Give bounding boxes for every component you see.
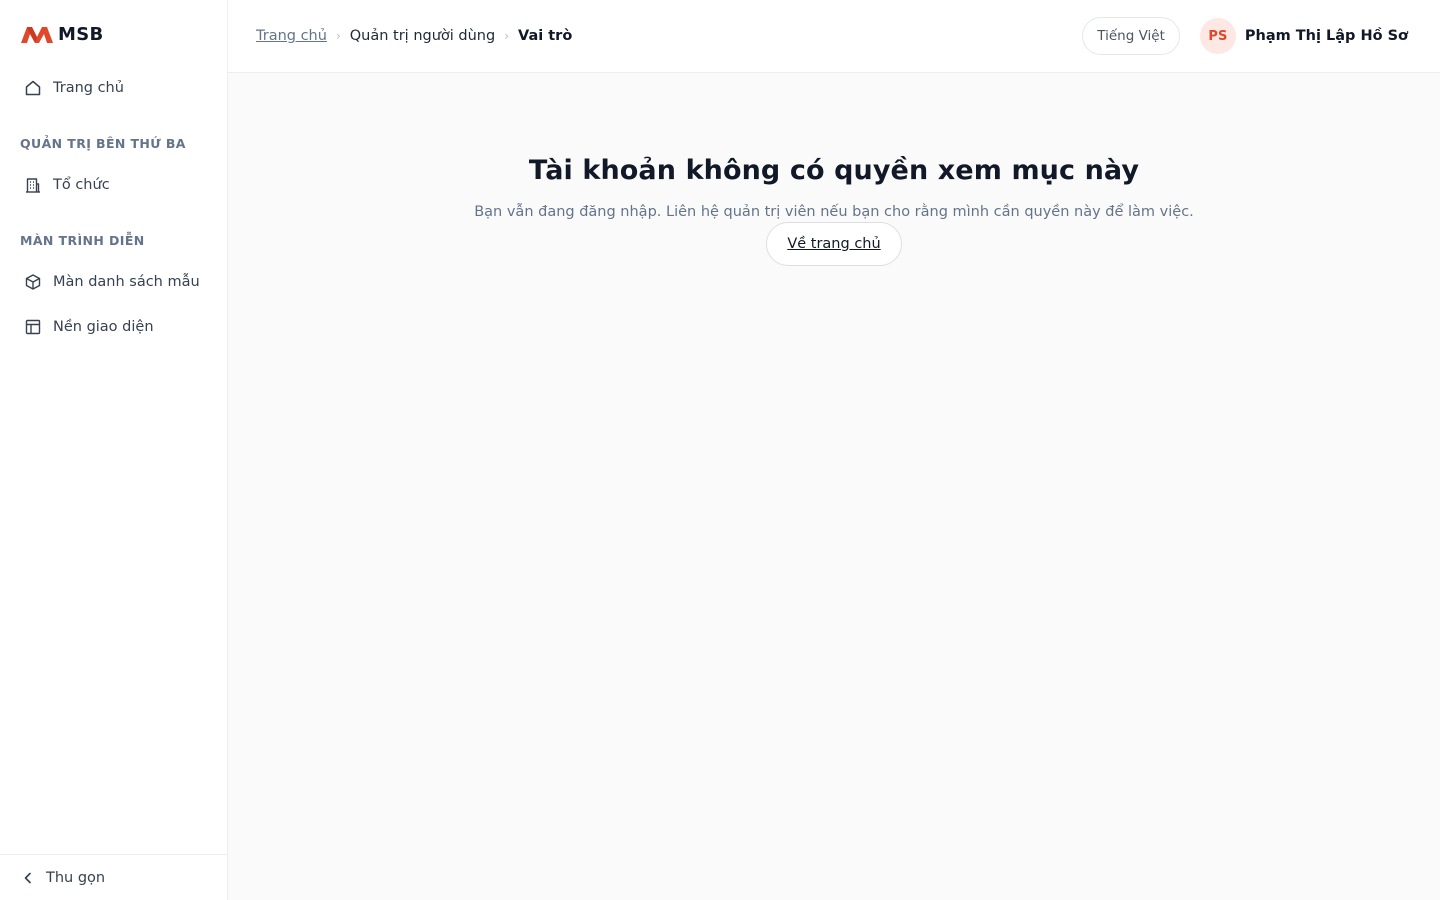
avatar: PS <box>1199 18 1236 54</box>
access-denied-panel: Tài khoản không có quyền xem mục này Bạn… <box>228 73 1440 900</box>
breadcrumb-user-admin: Quản trị người dùng <box>349 28 496 44</box>
sidebar-item-sample-list[interactable]: Màn danh sách mẫu <box>6 262 221 302</box>
sidebar-item-ui-background[interactable]: Nền giao diện <box>6 307 221 347</box>
msb-logo-icon <box>20 24 54 44</box>
sidebar-item-organization[interactable]: Tổ chức <box>6 165 221 205</box>
box-icon <box>24 273 42 291</box>
user-name: Phạm Thị Lập Hồ Sơ <box>1244 28 1408 44</box>
layout-icon <box>24 318 42 336</box>
app-root: MSB Trang chủ QUẢN TRỊ BÊN THỨ BA Tổ chứ… <box>0 0 1440 900</box>
language-button[interactable]: Tiếng Việt <box>1082 17 1180 55</box>
chevron-right-icon: › <box>504 29 510 43</box>
page-title: Tài khoản không có quyền xem mục này <box>528 155 1140 186</box>
sidebar-item-label: Màn danh sách mẫu <box>53 274 200 290</box>
collapse-label: Thu gọn <box>46 869 106 886</box>
header-actions: Tiếng Việt PS Phạm Thị Lập Hồ Sơ <box>1082 17 1408 55</box>
breadcrumb: Trang chủ › Quản trị người dùng › Vai tr… <box>256 28 572 44</box>
chevron-left-icon <box>20 870 36 886</box>
sidebar-item-label: Nền giao diện <box>53 319 154 335</box>
collapse-sidebar-button[interactable]: Thu gọn <box>0 854 227 900</box>
user-menu[interactable]: PS Phạm Thị Lập Hồ Sơ <box>1199 18 1408 54</box>
breadcrumb-current: Vai trò <box>518 28 573 44</box>
sidebar-section-title: QUẢN TRỊ BÊN THỨ BA <box>20 136 186 151</box>
back-home-button[interactable]: Về trang chủ <box>766 222 902 266</box>
access-denied-message: Bạn vẫn đang đăng nhập. Liên hệ quản trị… <box>474 204 1194 220</box>
sidebar-item-home[interactable]: Trang chủ <box>6 68 221 108</box>
logo-text: MSB <box>58 23 104 45</box>
chevron-right-icon: › <box>335 29 341 43</box>
building-icon <box>24 176 42 194</box>
top-header: Trang chủ › Quản trị người dùng › Vai tr… <box>228 0 1440 73</box>
main-area: Trang chủ › Quản trị người dùng › Vai tr… <box>228 0 1440 900</box>
sidebar-section-title: MÀN TRÌNH DIỄN <box>20 233 145 248</box>
logo[interactable]: MSB <box>0 0 227 68</box>
breadcrumb-home-link[interactable]: Trang chủ <box>256 28 327 44</box>
sidebar-item-label: Tổ chức <box>53 177 110 193</box>
home-icon <box>24 79 42 97</box>
sidebar-item-label: Trang chủ <box>53 80 124 96</box>
sidebar: MSB Trang chủ QUẢN TRỊ BÊN THỨ BA Tổ chứ… <box>0 0 228 900</box>
